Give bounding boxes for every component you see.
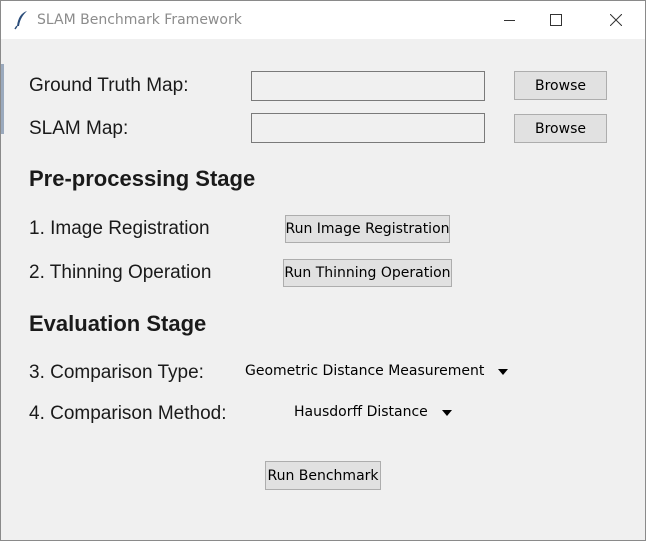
run-thinning-operation-button[interactable]: Run Thinning Operation	[283, 259, 452, 287]
close-button[interactable]	[593, 1, 639, 39]
maximize-icon	[550, 14, 562, 26]
app-window: SLAM Benchmark Framework Ground Truth Ma…	[0, 0, 646, 541]
image-registration-label: 1. Image Registration	[29, 218, 210, 239]
dropdown-arrow-icon	[441, 404, 452, 420]
browse-slam-map-button[interactable]: Browse	[514, 114, 607, 143]
evaluation-heading: Evaluation Stage	[29, 311, 207, 336]
feather-icon	[14, 10, 30, 30]
run-benchmark-button[interactable]: Run Benchmark	[265, 461, 381, 490]
run-image-registration-button[interactable]: Run Image Registration	[285, 215, 450, 243]
minimize-button[interactable]	[487, 1, 533, 39]
comparison-type-dropdown[interactable]: Geometric Distance Measurement	[245, 363, 509, 379]
window-edge-highlight	[1, 64, 4, 134]
comparison-type-selected: Geometric Distance Measurement	[245, 363, 485, 379]
ground-truth-field[interactable]	[251, 71, 485, 101]
browse-ground-truth-button[interactable]: Browse	[514, 71, 607, 100]
minimize-icon	[504, 20, 515, 21]
window-title: SLAM Benchmark Framework	[37, 12, 242, 28]
thinning-operation-label: 2. Thinning Operation	[29, 262, 212, 283]
comparison-type-label: 3. Comparison Type:	[29, 362, 204, 383]
preprocessing-heading: Pre-processing Stage	[29, 166, 256, 191]
slam-map-field[interactable]	[251, 113, 485, 143]
maximize-button[interactable]	[533, 1, 579, 39]
slam-map-label: SLAM Map:	[29, 118, 129, 139]
comparison-method-label: 4. Comparison Method:	[29, 403, 227, 424]
title-bar[interactable]: SLAM Benchmark Framework	[1, 1, 645, 39]
close-icon	[610, 14, 622, 26]
dropdown-arrow-icon	[498, 363, 509, 379]
comparison-method-dropdown[interactable]: Hausdorff Distance	[294, 404, 452, 420]
ground-truth-label: Ground Truth Map:	[29, 75, 189, 96]
comparison-method-selected: Hausdorff Distance	[294, 404, 428, 420]
